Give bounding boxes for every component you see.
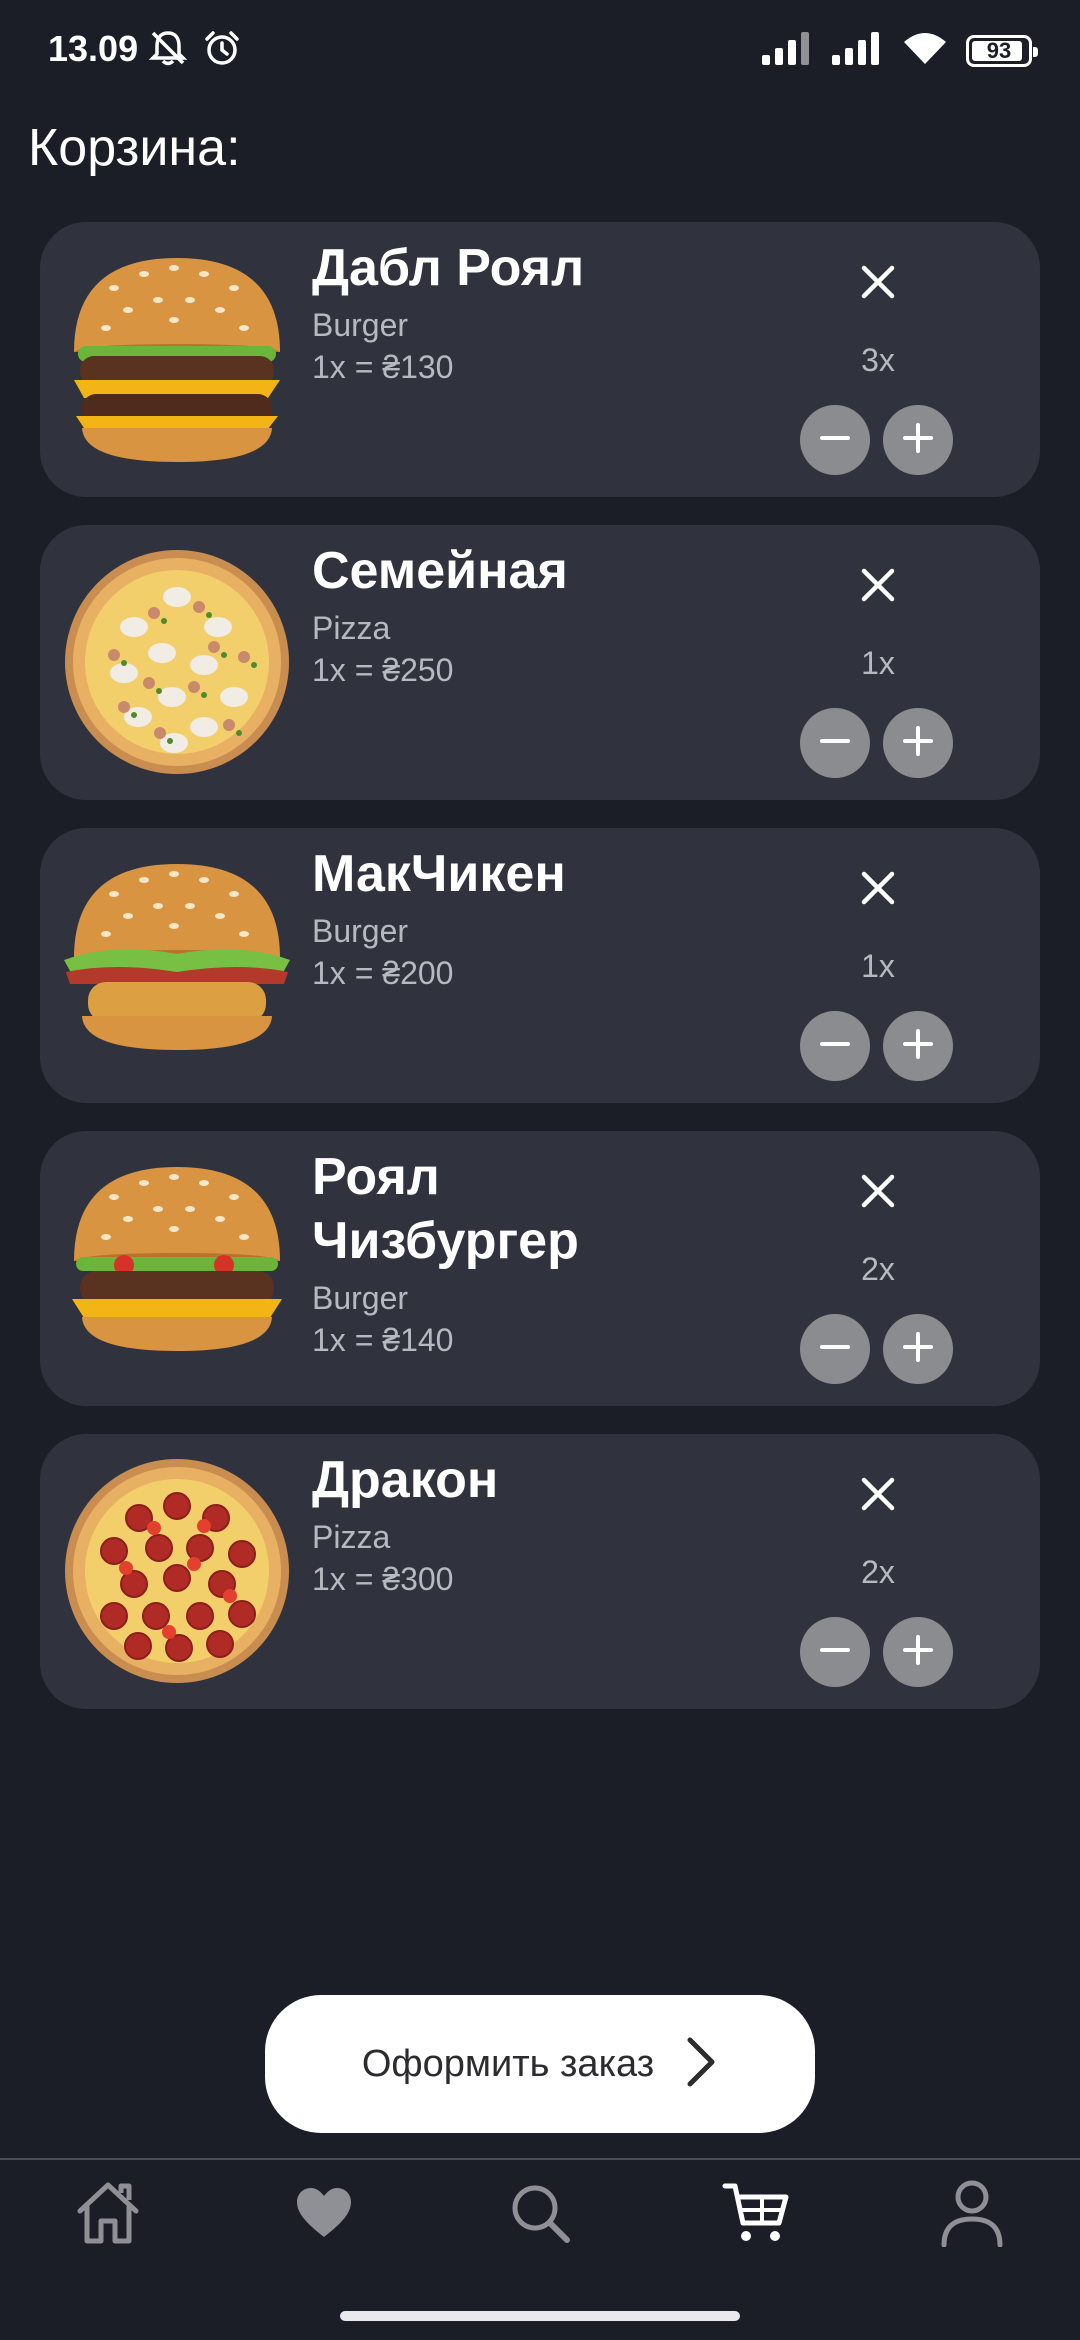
increase-quantity-button[interactable] (883, 405, 953, 475)
cart-item-card: Дракон Pizza 1x = ₴300 2x (40, 1434, 1040, 1709)
bottom-nav (0, 2165, 1080, 2275)
item-quantity: 2x (861, 1251, 895, 1287)
remove-item-button[interactable] (846, 858, 910, 922)
item-quantity: 3x (861, 342, 895, 378)
item-name: МакЧикен (312, 845, 566, 903)
status-bar: 13.09 93 (0, 0, 1080, 100)
plus-icon (901, 421, 935, 460)
item-category: Burger (312, 913, 409, 949)
item-name: Семейная (312, 542, 568, 600)
battery-text: 93 (986, 37, 1012, 63)
battery-icon: 93 (966, 34, 1038, 67)
item-price: 1x = ₴130 (312, 349, 454, 385)
cart-item-card: Дабл Роял Burger 1x = ₴130 3x (40, 222, 1040, 497)
bell-muted-icon (148, 28, 188, 73)
close-icon (858, 1171, 898, 1216)
plus-icon (901, 1330, 935, 1369)
item-price: 1x = ₴140 (312, 1322, 454, 1358)
close-icon (858, 262, 898, 307)
item-price: 1x = ₴250 (312, 652, 454, 688)
cart-list: Дабл Роял Burger 1x = ₴130 3x Семейная P… (40, 222, 1040, 1737)
item-name: Роял Чизбургер (312, 1148, 579, 1270)
product-image (54, 1456, 300, 1686)
product-image (54, 1153, 300, 1383)
item-category: Pizza (312, 1519, 391, 1555)
bottom-divider (0, 2158, 1080, 2160)
decrease-quantity-button[interactable] (800, 1011, 870, 1081)
decrease-quantity-button[interactable] (800, 1617, 870, 1687)
nav-search[interactable] (500, 2175, 580, 2255)
nav-home[interactable] (68, 2175, 148, 2255)
item-name: Дракон (312, 1451, 499, 1509)
item-text: Дракон Pizza 1x = ₴300 (312, 1448, 672, 1600)
plus-icon (901, 1633, 935, 1672)
chevron-right-icon (684, 2036, 718, 2093)
cart-item-card: Семейная Pizza 1x = ₴250 1x (40, 525, 1040, 800)
page-title: Корзина: (28, 119, 241, 177)
item-price: 1x = ₴300 (312, 1561, 454, 1597)
increase-quantity-button[interactable] (883, 1011, 953, 1081)
item-category: Burger (312, 307, 409, 343)
increase-quantity-button[interactable] (883, 708, 953, 778)
minus-icon (818, 1330, 852, 1369)
nav-favorites[interactable] (284, 2175, 364, 2255)
home-icon (74, 2179, 142, 2252)
checkout-button[interactable]: Оформить заказ (265, 1995, 815, 2133)
item-quantity: 1x (861, 948, 895, 984)
status-icons-right: 93 (762, 30, 1038, 71)
nav-profile[interactable] (932, 2175, 1012, 2255)
profile-icon (940, 2179, 1004, 2252)
remove-item-button[interactable] (846, 1464, 910, 1528)
item-text: Дабл Роял Burger 1x = ₴130 (312, 236, 672, 388)
increase-quantity-button[interactable] (883, 1314, 953, 1384)
search-icon (508, 2181, 572, 2250)
item-price: 1x = ₴200 (312, 955, 454, 991)
minus-icon (818, 421, 852, 460)
minus-icon (818, 1633, 852, 1672)
home-indicator[interactable] (340, 2311, 740, 2321)
item-quantity: 2x (861, 1554, 895, 1590)
minus-icon (818, 1027, 852, 1066)
decrease-quantity-button[interactable] (800, 405, 870, 475)
product-image (54, 547, 300, 777)
cart-item-card: Роял Чизбургер Burger 1x = ₴140 2x (40, 1131, 1040, 1406)
close-icon (858, 565, 898, 610)
signal-icon (832, 31, 884, 70)
close-icon (858, 868, 898, 913)
remove-item-button[interactable] (846, 555, 910, 619)
product-image (54, 244, 300, 474)
remove-item-button[interactable] (846, 252, 910, 316)
item-quantity: 1x (861, 645, 895, 681)
item-text: МакЧикен Burger 1x = ₴200 (312, 842, 672, 994)
decrease-quantity-button[interactable] (800, 1314, 870, 1384)
signal-icon (762, 31, 814, 70)
item-category: Pizza (312, 610, 391, 646)
item-category: Burger (312, 1280, 409, 1316)
plus-icon (901, 1027, 935, 1066)
checkout-label: Оформить заказ (361, 2042, 655, 2085)
item-name: Дабл Роял (312, 239, 585, 297)
cart-icon (722, 2181, 790, 2250)
wifi-icon (902, 30, 948, 71)
nav-cart[interactable] (716, 2175, 796, 2255)
alarm-icon (202, 28, 242, 73)
heart-icon (294, 2185, 354, 2246)
decrease-quantity-button[interactable] (800, 708, 870, 778)
plus-icon (901, 724, 935, 763)
product-image (54, 850, 300, 1080)
status-icons-left (148, 28, 242, 73)
cart-item-card: МакЧикен Burger 1x = ₴200 1x (40, 828, 1040, 1103)
close-icon (858, 1474, 898, 1519)
item-text: Семейная Pizza 1x = ₴250 (312, 539, 672, 691)
remove-item-button[interactable] (846, 1161, 910, 1225)
minus-icon (818, 724, 852, 763)
status-time: 13.09 (48, 28, 139, 69)
increase-quantity-button[interactable] (883, 1617, 953, 1687)
item-text: Роял Чизбургер Burger 1x = ₴140 (312, 1145, 672, 1361)
